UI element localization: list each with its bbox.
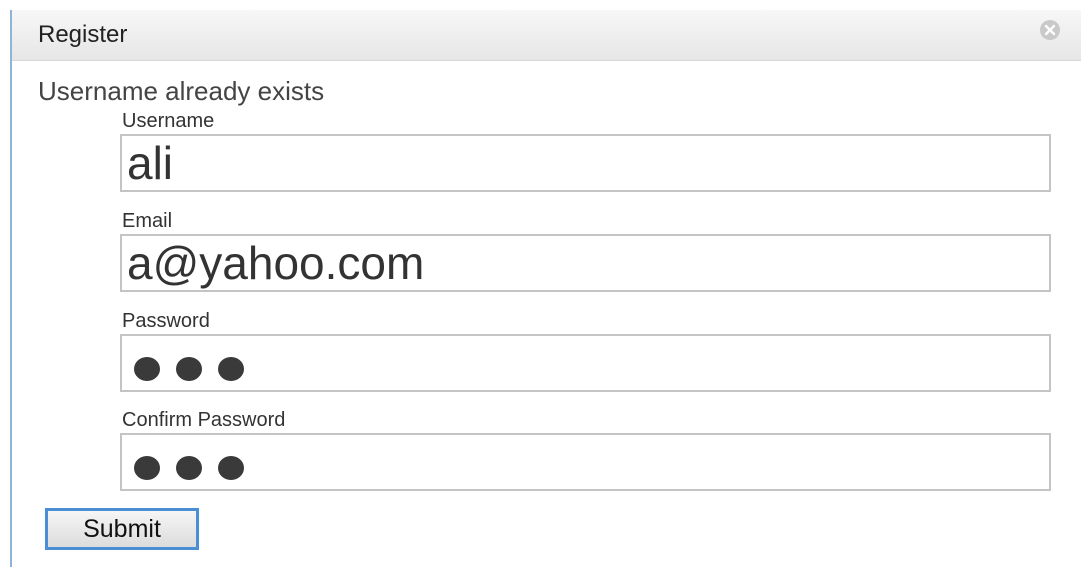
email-label: Email xyxy=(122,210,173,232)
email-input[interactable] xyxy=(120,234,1051,292)
dialog-titlebar: Register xyxy=(12,10,1081,61)
close-icon[interactable] xyxy=(1040,20,1060,40)
dialog-left-border xyxy=(10,10,12,567)
password-mask-dot xyxy=(134,456,160,480)
submit-button[interactable]: Submit xyxy=(45,508,199,550)
password-input[interactable] xyxy=(120,334,1051,392)
register-dialog: Register Username already exists Usernam… xyxy=(0,0,1081,567)
dialog-title: Register xyxy=(38,21,128,48)
error-message: Username already exists xyxy=(38,76,325,106)
username-label: Username xyxy=(122,110,215,132)
password-mask-dot xyxy=(176,456,202,480)
password-mask-dot xyxy=(218,357,244,381)
confirm-password-input[interactable] xyxy=(120,433,1051,491)
password-mask-dot xyxy=(218,456,244,480)
password-mask-dot xyxy=(134,357,160,381)
password-mask-dot xyxy=(176,357,202,381)
password-label: Password xyxy=(122,310,210,332)
username-input[interactable] xyxy=(120,134,1051,192)
confirm-password-label: Confirm Password xyxy=(122,409,286,431)
